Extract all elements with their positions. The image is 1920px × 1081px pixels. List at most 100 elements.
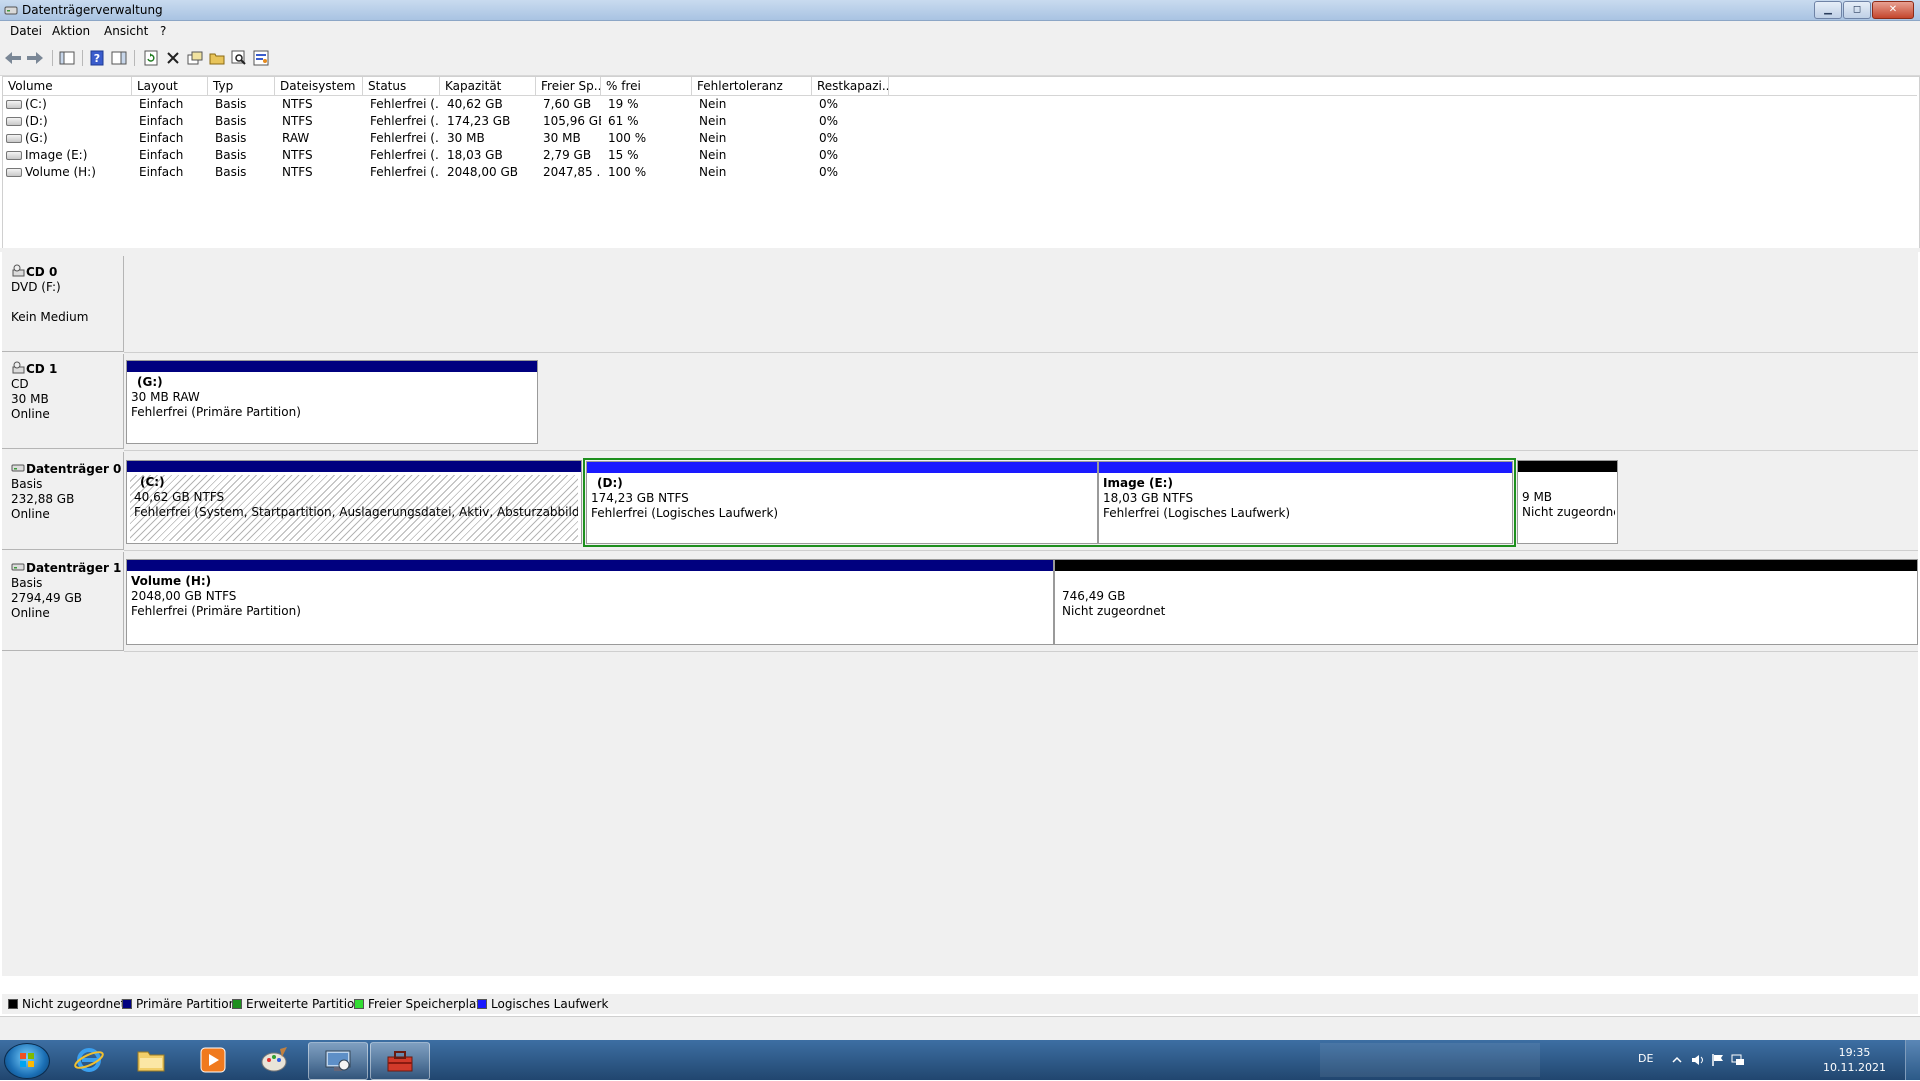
cell-layout: Einfach — [139, 131, 184, 145]
column-header-prozent-frei[interactable]: % frei — [601, 77, 692, 95]
table-row[interactable]: (D:) Einfach Basis NTFS Fehlerfrei (... … — [3, 113, 903, 130]
partition-g[interactable]: (G:) 30 MB RAW Fehlerfrei (Primäre Parti… — [126, 360, 538, 444]
explorer-icon[interactable] — [122, 1042, 180, 1078]
table-row[interactable]: (C:) Einfach Basis NTFS Fehlerfrei (... … — [3, 96, 903, 113]
cell-status: Fehlerfrei (... — [370, 131, 440, 145]
menu-datei[interactable]: Datei — [10, 24, 42, 38]
cell-restkapazitaet: 0% — [819, 97, 839, 111]
clock-date: 10.11.2021 — [1823, 1061, 1886, 1074]
legend-free-space: Freier Speicherplatz — [354, 997, 487, 1011]
cd-drive-icon — [12, 264, 25, 277]
hard-disk-icon — [11, 464, 25, 472]
cell-freier-speicher: 105,96 GB — [543, 114, 601, 128]
cell-prozent-frei: 19 % — [608, 97, 639, 111]
media-player-icon[interactable] — [184, 1042, 242, 1078]
disk-properties-icon[interactable] — [186, 49, 204, 67]
volume-icon[interactable] — [1690, 1052, 1706, 1068]
action-center-flag-icon[interactable] — [1710, 1052, 1726, 1068]
svg-text:?: ? — [94, 52, 100, 65]
disk-status: Online — [11, 606, 50, 620]
volume-list[interactable]: Volume Layout Typ Dateisystem Status Kap… — [2, 76, 1920, 250]
delete-icon[interactable] — [164, 49, 182, 67]
disk-size: 2794,49 GB — [11, 591, 82, 605]
table-row[interactable]: (G:) Einfach Basis RAW Fehlerfrei (... 3… — [3, 130, 903, 147]
forward-icon[interactable] — [26, 49, 44, 67]
column-header-freier-speicher[interactable]: Freier Sp... — [536, 77, 601, 95]
cell-prozent-frei: 100 % — [608, 165, 647, 179]
toolbox-icon[interactable] — [370, 1042, 430, 1080]
table-row[interactable]: Image (E:) Einfach Basis NTFS Fehlerfrei… — [3, 147, 903, 164]
menu-help[interactable]: ? — [160, 24, 166, 38]
cell-status: Fehlerfrei (... — [370, 148, 440, 162]
settings-icon[interactable] — [252, 49, 270, 67]
column-header-status[interactable]: Status — [363, 77, 440, 95]
language-indicator[interactable]: DE — [1638, 1052, 1653, 1065]
console-tree-icon[interactable] — [58, 49, 76, 67]
disk-label-cd0[interactable]: CD 0 DVD (F:) Kein Medium — [2, 256, 124, 352]
cell-fehlertoleranz: Nein — [699, 114, 727, 128]
disk-name: CD 1 — [26, 362, 58, 376]
cell-dateisystem: NTFS — [282, 165, 313, 179]
column-header-fehlertoleranz[interactable]: Fehlertoleranz — [692, 77, 812, 95]
internet-explorer-icon[interactable] — [60, 1042, 118, 1078]
cell-restkapazitaet: 0% — [819, 165, 839, 179]
disk-label-cd1[interactable]: CD 1 CD 30 MB Online — [2, 354, 124, 449]
column-header-kapazitaet[interactable]: Kapazität — [440, 77, 536, 95]
partition-e[interactable]: Image (E:) 18,03 GB NTFS Fehlerfrei (Log… — [1098, 461, 1513, 544]
help-icon[interactable]: ? — [88, 49, 106, 67]
start-button[interactable] — [4, 1043, 50, 1079]
paint-icon[interactable] — [246, 1042, 304, 1078]
partition-d[interactable]: (D:) 174,23 GB NTFS Fehlerfrei (Logische… — [586, 461, 1098, 544]
maximize-button[interactable]: ◻ — [1843, 1, 1871, 19]
explore-icon[interactable] — [230, 49, 248, 67]
partition-size: 18,03 GB NTFS — [1103, 491, 1194, 505]
cell-layout: Einfach — [139, 114, 184, 128]
system-tray: DE 19:35 10.11.2021 — [1320, 1040, 1920, 1080]
drive-icon — [6, 117, 22, 126]
column-header-restkapazitaet[interactable]: Restkapazi... — [812, 77, 889, 95]
open-icon[interactable] — [208, 49, 226, 67]
close-button[interactable]: ✕ — [1872, 1, 1914, 19]
cell-freier-speicher: 7,60 GB — [543, 97, 592, 111]
cell-layout: Einfach — [139, 148, 184, 162]
network-app-icon[interactable] — [308, 1042, 368, 1080]
table-row[interactable]: Volume (H:) Einfach Basis NTFS Fehlerfre… — [3, 164, 903, 181]
cell-kapazitaet: 18,03 GB — [447, 148, 503, 162]
legend-primary: Primäre Partition — [122, 997, 236, 1011]
refresh-icon[interactable] — [142, 49, 160, 67]
show-hidden-icons-icon[interactable] — [1672, 1055, 1682, 1065]
network-icon[interactable] — [1730, 1052, 1746, 1068]
disk-type: Basis — [11, 477, 43, 491]
menu-ansicht[interactable]: Ansicht — [104, 24, 148, 38]
unallocated-disk1[interactable]: 746,49 GB Nicht zugeordnet — [1054, 559, 1918, 645]
disk-type: CD — [11, 377, 29, 391]
cell-status: Fehlerfrei (... — [370, 97, 440, 111]
disk-label-disk1[interactable]: Datenträger 1 Basis 2794,49 GB Online — [2, 552, 124, 651]
show-desktop-button[interactable] — [1905, 1040, 1920, 1080]
partition-c[interactable]: (C:) 40,62 GB NTFS Fehlerfrei (System, S… — [126, 460, 582, 544]
disk-label-disk0[interactable]: Datenträger 0 Basis 232,88 GB Online — [2, 452, 124, 550]
column-header-typ[interactable]: Typ — [208, 77, 275, 95]
back-icon[interactable] — [4, 49, 22, 67]
cd-drive-icon — [12, 361, 25, 374]
cell-restkapazitaet: 0% — [819, 131, 839, 145]
partition-h[interactable]: Volume (H:) 2048,00 GB NTFS Fehlerfrei (… — [126, 559, 1054, 645]
partition-status: Fehlerfrei (Logisches Laufwerk) — [591, 506, 779, 520]
menu-aktion[interactable]: Aktion — [52, 24, 90, 38]
column-header-volume[interactable]: Volume — [3, 77, 132, 95]
column-header-layout[interactable]: Layout — [132, 77, 208, 95]
column-header-dateisystem[interactable]: Dateisystem — [275, 77, 363, 95]
cell-fehlertoleranz: Nein — [699, 148, 727, 162]
cell-typ: Basis — [215, 97, 247, 111]
unallocated-disk0[interactable]: 9 MB Nicht zugeordnet — [1517, 460, 1618, 544]
legend: Nicht zugeordnet Primäre Partition Erwei… — [2, 994, 1918, 1014]
unallocated-status: Nicht zugeordnet — [1062, 604, 1166, 618]
disk-size: 30 MB — [11, 392, 49, 406]
partition-size: 40,62 GB NTFS — [134, 490, 225, 504]
properties-icon[interactable] — [110, 49, 128, 67]
clock[interactable]: 19:35 10.11.2021 — [1823, 1045, 1886, 1075]
minimize-button[interactable]: ▁ — [1814, 1, 1842, 19]
toolbar: ? — [0, 41, 1920, 76]
disk-size: 232,88 GB — [11, 492, 75, 506]
partition-status: Fehlerfrei (System, Startpartition, Ausl… — [134, 505, 578, 519]
